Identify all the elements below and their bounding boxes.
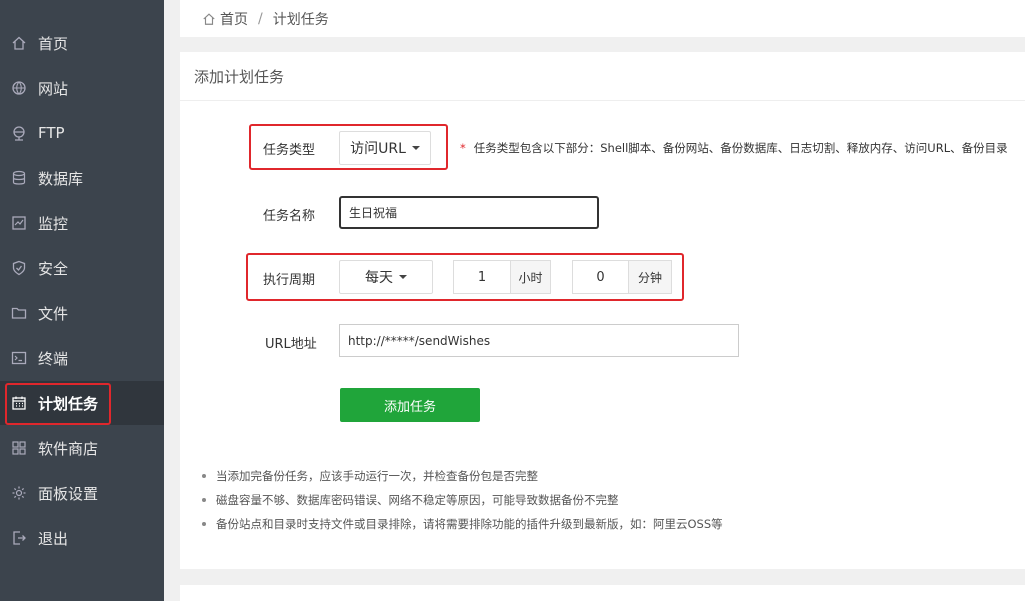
panel-title: 添加计划任务 [194, 68, 285, 86]
tip-item: 当添加完备份任务，应该手动运行一次，并检查备份包是否完整 [202, 464, 723, 488]
sidebar-item-terminal[interactable]: 终端 [0, 336, 164, 380]
url-input[interactable]: http://*****/sendWishes [339, 324, 739, 357]
gear-icon [10, 484, 28, 502]
breadcrumb-home[interactable]: 首页 [220, 9, 248, 29]
sidebar-item-label: 首页 [38, 34, 69, 53]
sidebar-item-cron[interactable]: 计划任务 [0, 381, 164, 425]
sidebar-item-label: 文件 [38, 304, 69, 323]
database-icon [10, 169, 28, 187]
minute-input[interactable]: 0 [573, 261, 628, 293]
logout-icon [10, 529, 28, 547]
globe-icon [10, 79, 28, 97]
task-type-label: 任务类型 [263, 143, 316, 158]
task-type-hint-text: 任务类型包含以下部分：Shell脚本、备份网站、备份数据库、日志切割、释放内存、… [473, 141, 1008, 155]
sidebar-item-label: 终端 [38, 349, 69, 368]
sidebar: 首页 网站 FTP 数据库 监控 安全 文件 终端 计划任务 软件商店 面板设置 [0, 0, 164, 601]
divider [180, 100, 1025, 101]
add-task-button[interactable]: 添加任务 [340, 388, 480, 422]
sidebar-item-label: FTP [38, 124, 65, 142]
tip-item: 磁盘容量不够、数据库密码错误、网络不稳定等原因，可能导致数据备份不完整 [202, 488, 723, 512]
sidebar-item-security[interactable]: 安全 [0, 246, 164, 290]
brand [0, 0, 164, 6]
sidebar-item-label: 监控 [38, 214, 69, 233]
cycle-select[interactable]: 每天 [339, 260, 433, 294]
sidebar-item-label: 安全 [38, 259, 69, 278]
sidebar-item-label: 网站 [38, 79, 69, 98]
sidebar-item-label: 数据库 [38, 169, 84, 188]
sidebar-item-files[interactable]: 文件 [0, 291, 164, 335]
sidebar-item-label: 面板设置 [38, 484, 99, 503]
sidebar-item-app-store[interactable]: 软件商店 [0, 426, 164, 470]
url-label: URL地址 [265, 337, 317, 352]
hour-unit: 小时 [510, 261, 550, 293]
tip-item: 备份站点和目录时支持文件或目录排除，请将需要排除功能的插件升级到最新版，如：阿里… [202, 512, 723, 536]
breadcrumb: 首页 / 计划任务 [180, 0, 1025, 37]
calendar-icon [10, 394, 28, 412]
sidebar-item-label: 软件商店 [38, 439, 99, 458]
url-value: http://*****/sendWishes [348, 333, 491, 348]
sidebar-item-label: 退出 [38, 529, 69, 548]
shield-icon [10, 259, 28, 277]
monitor-icon [10, 214, 28, 232]
task-type-select[interactable]: 访问URL [339, 131, 431, 165]
ftp-icon [10, 124, 28, 142]
add-cron-panel: 添加计划任务 任务类型 访问URL * 任务类型包含以下部分：Shell脚本、备份… [180, 52, 1025, 569]
required-star: * [460, 141, 466, 155]
folder-icon [10, 304, 28, 322]
cycle-value: 每天 [365, 270, 393, 286]
task-name-label: 任务名称 [263, 209, 316, 224]
sidebar-item-monitor[interactable]: 监控 [0, 201, 164, 245]
sidebar-item-label: 计划任务 [38, 394, 99, 413]
minute-unit: 分钟 [628, 261, 671, 293]
terminal-icon [10, 349, 28, 367]
sidebar-item-logout[interactable]: 退出 [0, 516, 164, 560]
task-type-value: 访问URL [350, 141, 406, 157]
sidebar-item-settings[interactable]: 面板设置 [0, 471, 164, 515]
home-icon [10, 34, 28, 52]
home-icon [203, 12, 215, 25]
tips-list: 当添加完备份任务，应该手动运行一次，并检查备份包是否完整 磁盘容量不够、数据库密… [202, 464, 723, 536]
sidebar-item-database[interactable]: 数据库 [0, 156, 164, 200]
caret-down-icon [399, 275, 407, 279]
cycle-label: 执行周期 [263, 273, 316, 288]
hour-input-group: 1 小时 [453, 260, 551, 294]
sidebar-item-ftp[interactable]: FTP [0, 111, 164, 155]
minute-input-group: 0 分钟 [572, 260, 672, 294]
lower-panel [180, 585, 1025, 601]
breadcrumb-separator: / [258, 10, 263, 27]
breadcrumb-current: 计划任务 [272, 11, 329, 28]
caret-down-icon [411, 146, 420, 150]
sidebar-item-home[interactable]: 首页 [0, 21, 164, 65]
task-name-input[interactable]: 生日祝福 [339, 196, 599, 229]
task-name-value: 生日祝福 [349, 206, 398, 220]
task-type-hint: * 任务类型包含以下部分：Shell脚本、备份网站、备份数据库、日志切割、释放内存… [460, 140, 1008, 156]
grid-icon [10, 439, 28, 457]
sidebar-item-website[interactable]: 网站 [0, 66, 164, 110]
hour-input[interactable]: 1 [454, 261, 510, 293]
